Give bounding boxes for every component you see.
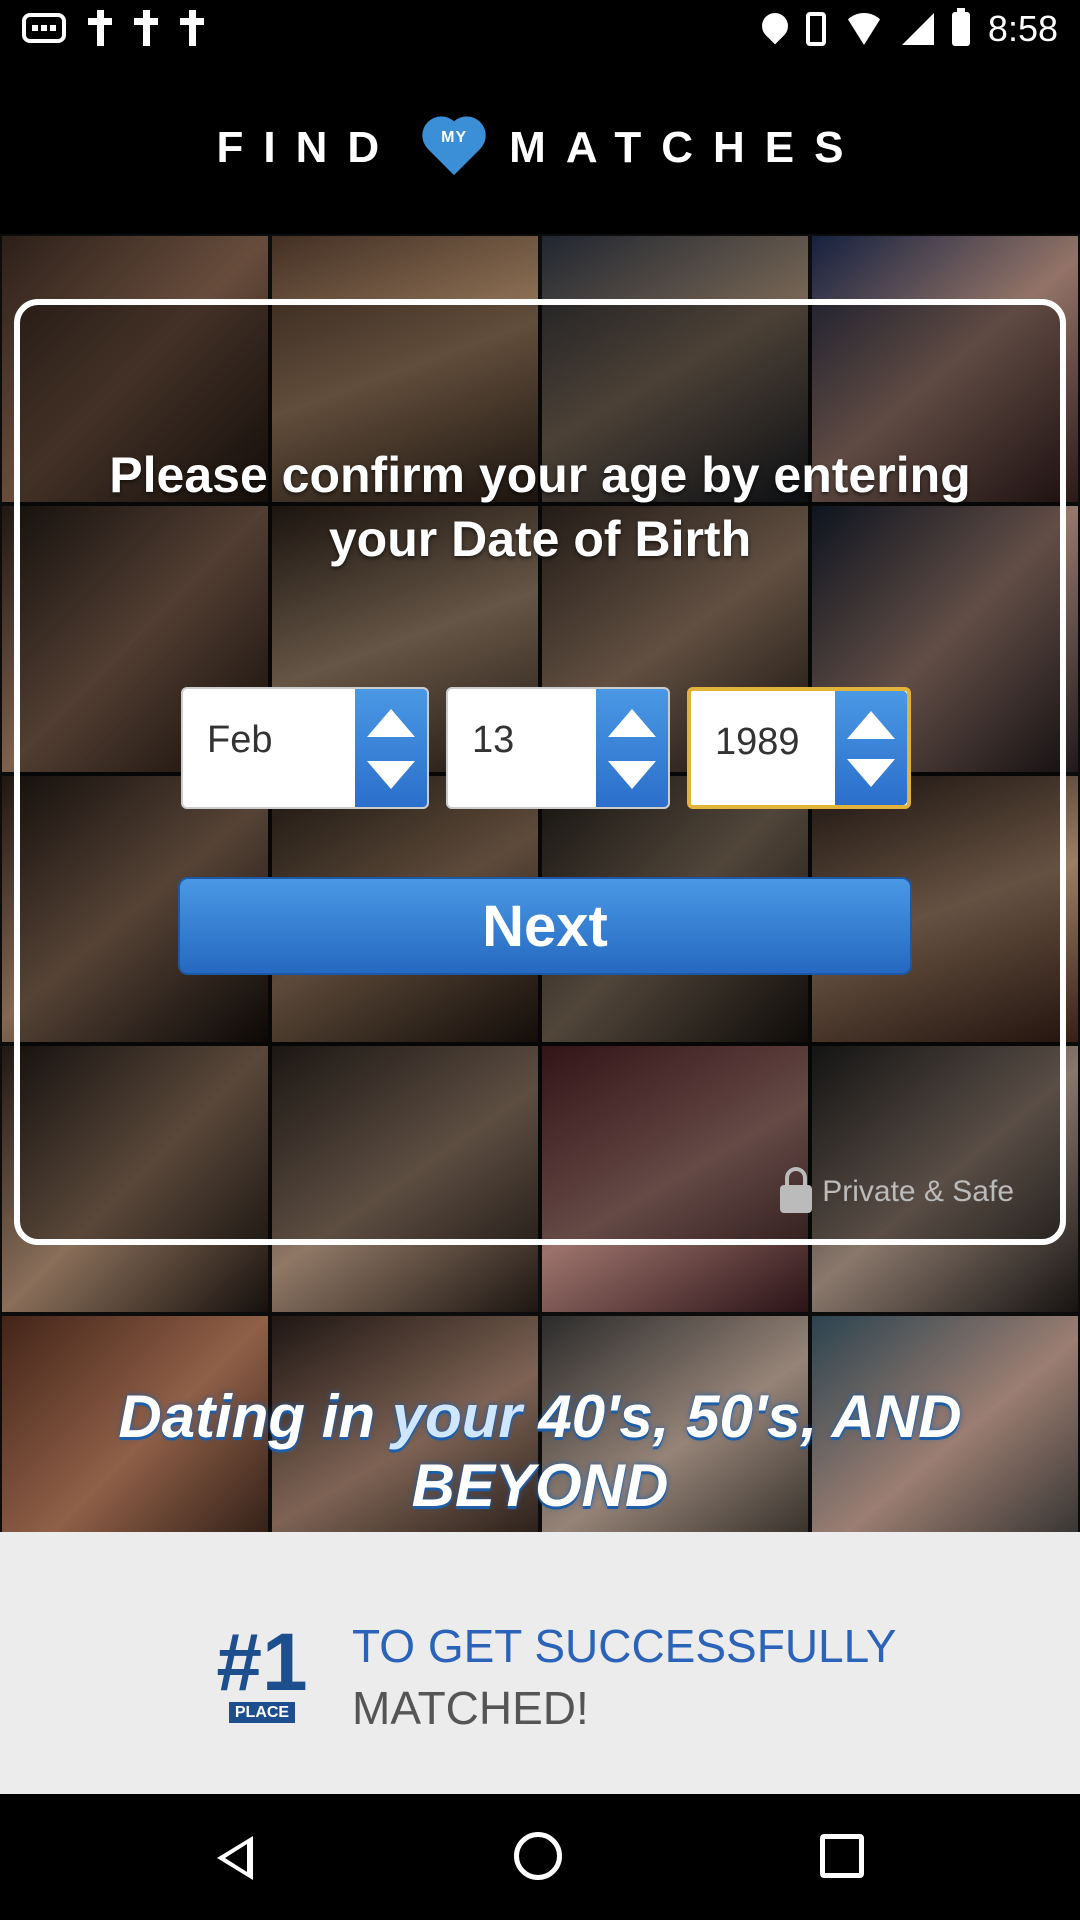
next-button[interactable]: Next (178, 877, 912, 975)
message-icon (22, 13, 66, 43)
arrow-down-icon (608, 761, 656, 789)
status-bar: 8:58 (0, 0, 1080, 62)
arrow-down-icon (847, 759, 895, 787)
cross-icon (134, 10, 158, 46)
logo-text-find: FIND (216, 123, 400, 172)
app-logo: FIND MY MATCHES (217, 119, 864, 177)
arrow-down-icon (367, 761, 415, 789)
private-safe-label: Private & Safe (822, 1175, 1014, 1208)
day-value: 13 (472, 719, 515, 761)
logo-text-my: MY (441, 129, 468, 146)
tagline-part1: Dating in (118, 1383, 392, 1450)
tagline-part2: your (391, 1383, 522, 1450)
nav-back-icon[interactable] (217, 1836, 253, 1880)
private-safe-note: Private & Safe (780, 1167, 1014, 1213)
day-picker[interactable]: 13 (446, 687, 670, 809)
dating-tagline: Dating in your 40's, 50's, AND BEYOND (0, 1382, 1080, 1520)
badge-place: PLACE (228, 1702, 296, 1723)
vibrate-icon (805, 12, 826, 46)
wifi-icon (843, 13, 884, 45)
promo-line2: MATCHED! (352, 1682, 589, 1734)
promo-line1: TO GET SUCCESSFULLY (352, 1620, 897, 1672)
month-spinner[interactable] (355, 689, 427, 807)
month-picker[interactable]: Feb (181, 687, 429, 809)
battery-icon (951, 8, 970, 46)
app-header: FIND MY MATCHES (0, 62, 1080, 234)
arrow-up-icon (608, 709, 656, 737)
arrow-up-icon (847, 711, 895, 739)
day-spinner[interactable] (596, 689, 668, 807)
status-time: 8:58 (987, 8, 1058, 49)
year-picker[interactable]: 1989 (687, 687, 911, 809)
month-value: Feb (207, 719, 273, 761)
arrow-up-icon (367, 709, 415, 737)
heart-icon: MY (419, 119, 489, 177)
cross-icon (180, 10, 204, 46)
nav-home-icon[interactable] (514, 1832, 562, 1880)
nav-recents-icon[interactable] (820, 1834, 864, 1878)
badge-number: #1 (216, 1617, 308, 1708)
location-icon (756, 7, 794, 45)
system-nav-bar (0, 1794, 1080, 1920)
year-value: 1989 (715, 721, 800, 763)
age-confirm-dialog: Please confirm your age by entering your… (14, 299, 1066, 1245)
logo-text-matches: MATCHES (509, 123, 864, 172)
dob-prompt: Please confirm your age by entering your… (109, 447, 971, 567)
year-spinner[interactable] (835, 691, 907, 805)
lock-icon (780, 1167, 813, 1213)
first-place-badge: #1 PLACE (214, 1622, 310, 1726)
signal-icon (901, 13, 934, 45)
cross-icon (88, 10, 112, 46)
promo-text: TO GET SUCCESSFULLY MATCHED! (352, 1615, 896, 1739)
